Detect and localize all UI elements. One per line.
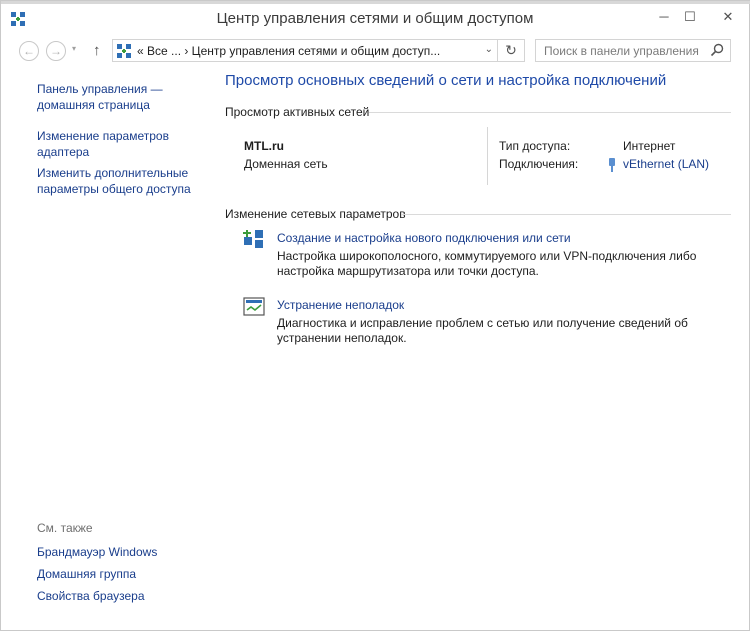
close-button[interactable]: ✕ — [705, 8, 750, 26]
refresh-button[interactable]: ↻ — [498, 39, 525, 62]
see-also-section: См. также Брандмауэр Windows Домашняя гр… — [37, 521, 217, 603]
maximize-button[interactable]: ☐ — [677, 8, 703, 26]
network-info-divider — [487, 127, 488, 185]
section-divider — [401, 214, 731, 215]
back-button[interactable]: ← — [19, 41, 39, 61]
sidebar-item-control-panel-home[interactable]: Панель управления — домашняя страница — [37, 81, 207, 113]
troubleshoot-link[interactable]: Устранение неполадок — [277, 298, 404, 312]
title-bar[interactable]: Центр управления сетями и общим доступом… — [1, 4, 749, 34]
see-also-windows-firewall-link[interactable]: Брандмауэр Windows — [37, 544, 157, 560]
see-also-homegroup-link[interactable]: Домашняя группа — [37, 566, 136, 582]
page-title: Просмотр основных сведений о сети и наст… — [225, 72, 667, 89]
troubleshoot-icon — [243, 297, 265, 316]
access-type-value: Интернет — [623, 139, 676, 153]
sidebar-item-change-adapter-settings[interactable]: Изменение параметров адаптера — [37, 128, 207, 160]
search-box[interactable]: Поиск в панели управления — [535, 39, 731, 62]
change-settings-heading: Изменение сетевых параметров — [225, 207, 406, 221]
troubleshoot-description: Диагностика и исправление проблем с сеть… — [277, 316, 688, 345]
forward-button[interactable]: → — [46, 41, 66, 61]
ethernet-icon — [609, 158, 615, 172]
address-dropdown-icon[interactable]: ⌄ — [485, 44, 493, 55]
network-name: MTL.ru — [244, 139, 284, 153]
network-type: Доменная сеть — [244, 157, 328, 171]
search-icon[interactable] — [710, 43, 724, 57]
network-center-window: Центр управления сетями и общим доступом… — [0, 0, 750, 631]
window-title: Центр управления сетями и общим доступом — [216, 10, 534, 27]
search-input[interactable]: Поиск в панели управления — [544, 44, 699, 58]
address-breadcrumb[interactable]: « Все ... › Центр управления сетями и об… — [137, 44, 440, 58]
up-button[interactable]: ↑ — [93, 42, 101, 59]
sidebar-item-advanced-sharing-settings[interactable]: Изменить дополнительные параметры общего… — [37, 165, 207, 197]
see-also-label: См. также — [37, 521, 93, 535]
new-connection-link[interactable]: Создание и настройка нового подключения … — [277, 231, 571, 245]
see-also-browser-properties-link[interactable]: Свойства браузера — [37, 588, 145, 604]
access-type-label: Тип доступа: — [499, 139, 571, 153]
navigation-bar: ← → ▾ ↑ « Все ... › Центр управления сет… — [1, 37, 749, 65]
active-networks-heading: Просмотр активных сетей — [225, 105, 370, 119]
connection-link[interactable]: vEthernet (LAN) — [623, 157, 709, 171]
network-center-icon — [117, 44, 131, 58]
connections-label: Подключения: — [499, 157, 579, 171]
section-divider — [369, 112, 731, 113]
new-connection-description: Настройка широкополосного, коммутируемог… — [277, 249, 697, 278]
address-bar[interactable]: « Все ... › Центр управления сетями и об… — [112, 39, 498, 62]
recent-locations-dropdown[interactable]: ▾ — [72, 44, 76, 53]
new-connection-icon — [243, 230, 263, 248]
minimize-button[interactable]: ─ — [651, 8, 677, 26]
